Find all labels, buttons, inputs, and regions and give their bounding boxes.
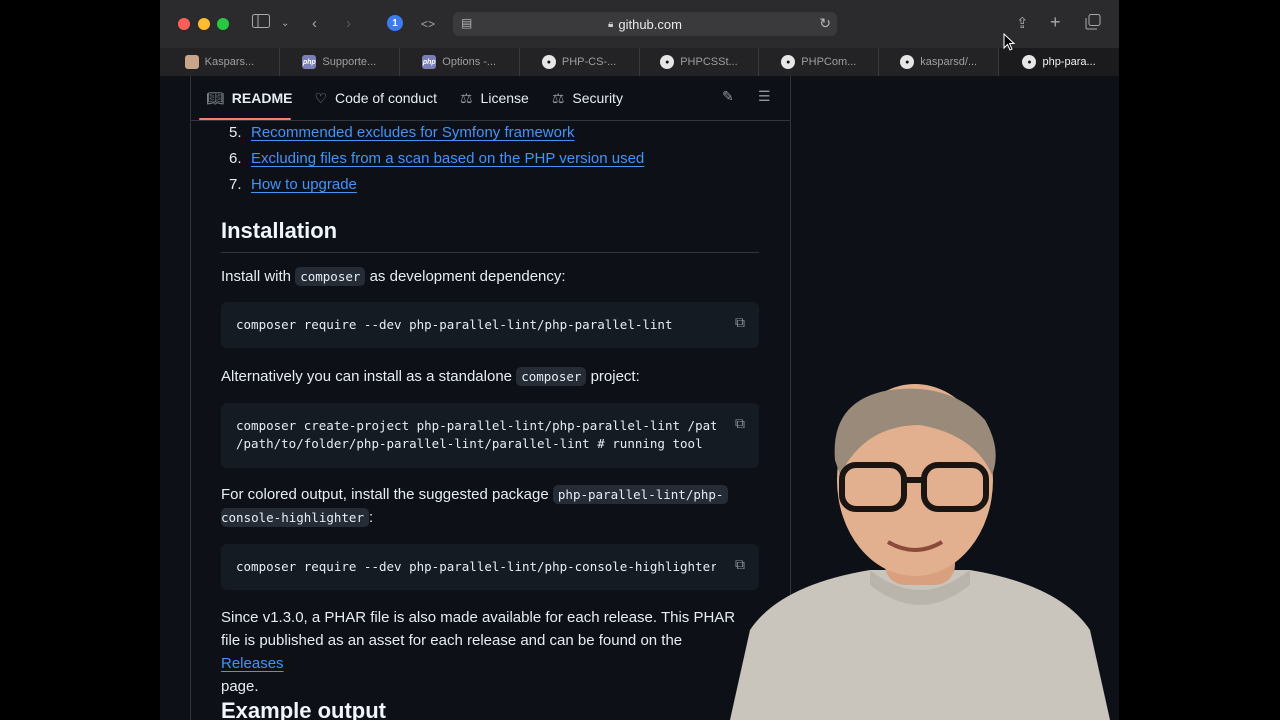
list-icon[interactable]: ☰	[758, 88, 771, 105]
sidebar-icon[interactable]	[252, 14, 270, 34]
mouse-cursor-icon	[1003, 33, 1015, 51]
readme-container: 📖︎ README ♡ Code of conduct ⚖ License ⚖ Secu…	[190, 76, 791, 720]
tab-label: php-para...	[1042, 56, 1096, 68]
tab-label: kasparsd/...	[920, 56, 978, 68]
nav-license[interactable]: ⚖ License	[460, 90, 529, 107]
password-manager-icon[interactable]: 1	[387, 15, 403, 31]
tab-label: Options -...	[442, 56, 497, 68]
tab-label: PHPCSSt...	[680, 56, 738, 68]
nav-label: Security	[572, 90, 623, 106]
text: page.	[221, 678, 259, 695]
code-text: composer require --dev php-parallel-lint…	[236, 317, 673, 332]
code-text: composer require --dev php-parallel-lint…	[236, 559, 716, 574]
scale-icon: ⚖	[551, 89, 565, 106]
nav-readme[interactable]: 📖︎ README	[206, 90, 292, 107]
installation-heading: Installation	[221, 218, 759, 253]
text: For colored output, install the suggeste…	[221, 486, 549, 503]
php-favicon-icon: php	[422, 55, 437, 69]
code-block: composer create-project php-parallel-lin…	[221, 403, 759, 468]
list-number: 5.	[229, 124, 242, 141]
lock-icon: 🔒︎	[608, 18, 614, 30]
code-block: composer require --dev php-parallel-lint…	[221, 302, 759, 348]
page-icon: ▤	[461, 16, 473, 30]
heart-icon: ♡	[314, 89, 328, 106]
list-number: 7.	[229, 176, 242, 193]
tab-bar: Kaspars... php Supporte... php Options -..…	[160, 48, 1119, 77]
close-window-button[interactable]	[178, 18, 190, 30]
readme-nav: 📖︎ README ♡ Code of conduct ⚖ License ⚖ Secu…	[191, 76, 790, 121]
toc-link[interactable]: Excluding files from a scan based on the…	[251, 148, 644, 170]
tab-label: PHP-CS-...	[561, 56, 617, 68]
text: Since v1.3.0, a PHAR file is also made a…	[221, 609, 736, 649]
text: project:	[590, 368, 640, 385]
minimize-window-button[interactable]	[198, 18, 210, 30]
tab-kaspars[interactable]: Kaspars...	[160, 48, 280, 76]
nav-label: README	[231, 90, 293, 106]
url-text: github.com	[618, 16, 682, 32]
tab-label: Supporte...	[322, 56, 377, 68]
code-block: composer require --dev php-parallel-lint…	[221, 544, 759, 590]
github-favicon-icon: ●	[541, 55, 556, 69]
copy-icon[interactable]: ⧉	[735, 314, 745, 331]
inline-code: composer	[516, 367, 587, 386]
code-text: composer create-project php-parallel-lin…	[236, 418, 716, 451]
tab-label: Kaspars...	[204, 56, 255, 68]
browser-toolbar: ⌄ ‹ › 1 <> ▤ 🔒︎ github.com ↻ ⇪ +	[160, 0, 1119, 48]
releases-link[interactable]: Releases	[221, 655, 284, 672]
scale-icon: ⚖	[459, 89, 473, 106]
text: :	[369, 509, 374, 526]
text: Alternatively you can install as a stand…	[221, 368, 513, 385]
colored-output-paragraph: For colored output, install the suggeste…	[221, 483, 759, 529]
tab-kasparsd[interactable]: ● kasparsd/...	[879, 48, 1000, 76]
reload-icon[interactable]: ↻	[819, 15, 831, 32]
example-output-heading: Example output	[221, 698, 387, 720]
zoom-window-button[interactable]	[217, 18, 229, 30]
chevron-down-icon[interactable]: ⌄	[281, 14, 289, 34]
github-favicon-icon: ●	[1022, 55, 1037, 69]
tab-phpcom[interactable]: ● PHPCom...	[759, 48, 880, 76]
inline-code: composer	[295, 267, 366, 286]
text: as development dependency:	[369, 268, 566, 285]
github-favicon-icon: ●	[781, 55, 796, 69]
nav-security[interactable]: ⚖ Security	[552, 90, 623, 107]
toc-link[interactable]: Recommended excludes for Symfony framewo…	[251, 122, 574, 144]
toc-link[interactable]: How to upgrade	[251, 174, 357, 196]
address-bar[interactable]: ▤ 🔒︎ github.com ↻	[453, 12, 837, 36]
tab-phpcsst[interactable]: ● PHPCSSt...	[640, 48, 760, 76]
php-favicon-icon: php	[302, 55, 317, 69]
tab-overview-icon[interactable]	[1085, 14, 1101, 36]
presenter-video	[730, 384, 1110, 720]
tab-php-cs[interactable]: ● PHP-CS-...	[520, 48, 640, 76]
install-paragraph: Install with composer as development dep…	[221, 265, 759, 288]
back-icon[interactable]: ‹	[312, 14, 317, 34]
tab-options[interactable]: php Options -...	[400, 48, 520, 76]
tab-supported[interactable]: php Supporte...	[280, 48, 400, 76]
standalone-paragraph: Alternatively you can install as a stand…	[221, 365, 759, 388]
github-favicon-icon: ●	[900, 55, 915, 69]
inline-code: console-highlighter	[221, 508, 369, 527]
nav-label: License	[480, 90, 529, 106]
pencil-icon[interactable]: ✎	[722, 88, 734, 105]
avatar-favicon-icon	[184, 55, 199, 69]
book-icon: 📖︎	[206, 89, 224, 106]
inline-code: php-parallel-lint/php-	[552, 485, 729, 504]
tab-php-parallel-lint[interactable]: ● php-para...	[999, 48, 1119, 76]
github-favicon-icon: ●	[660, 55, 675, 69]
list-number: 6.	[229, 150, 242, 167]
phar-paragraph: Since v1.3.0, a PHAR file is also made a…	[221, 606, 741, 698]
forward-icon[interactable]: ›	[346, 14, 351, 34]
nav-label: Code of conduct	[335, 90, 437, 106]
nav-code-of-conduct[interactable]: ♡ Code of conduct	[314, 90, 437, 107]
tab-label: PHPCom...	[801, 56, 857, 68]
share-icon[interactable]: ⇪	[1016, 14, 1029, 34]
text: Install with	[221, 268, 292, 285]
code-brackets-icon[interactable]: <>	[421, 14, 435, 34]
new-tab-icon[interactable]: +	[1050, 12, 1061, 32]
